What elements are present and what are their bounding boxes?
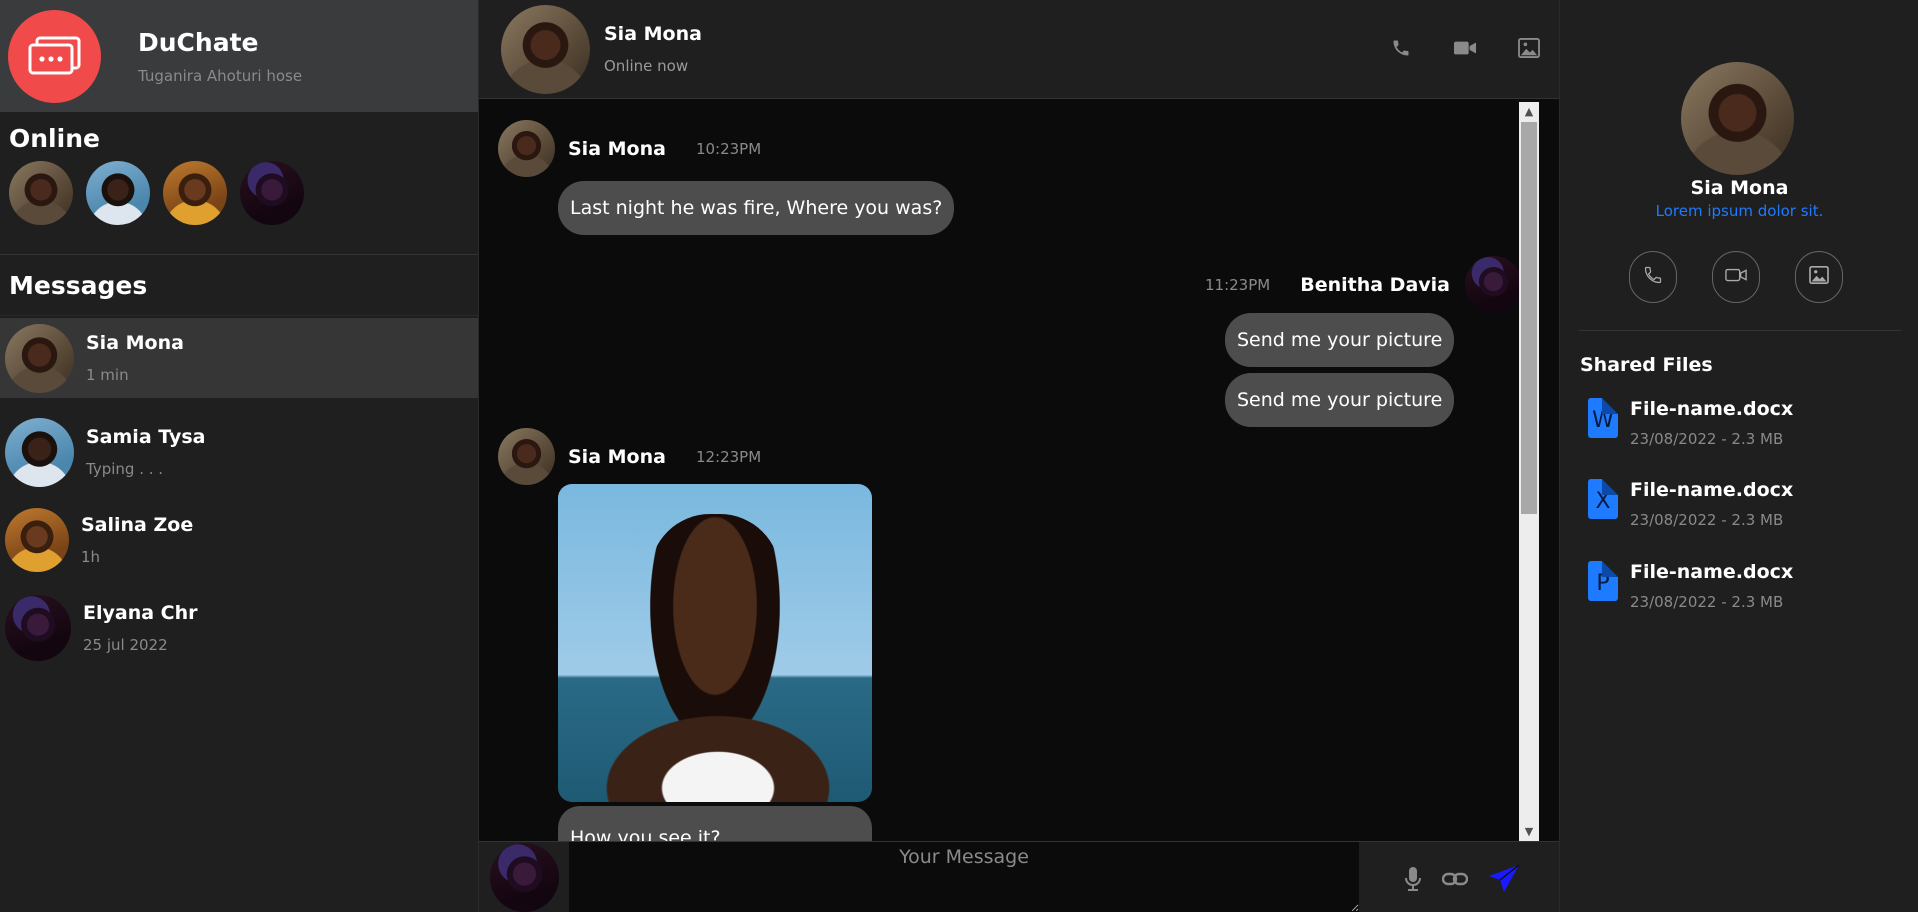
message-time: 10:23PM	[695, 139, 762, 158]
contact-status: Online now	[604, 57, 689, 75]
message-header: Sia Mona 10:23PM	[498, 120, 761, 177]
profile-panel: Sia Mona Lorem ipsum dolor sit. Shared F…	[1559, 0, 1918, 912]
conversation-item[interactable]: Salina Zoe 1h	[0, 500, 478, 580]
message-header: 11:23PM Benitha Davia	[1205, 256, 1522, 313]
video-icon[interactable]	[1453, 36, 1477, 60]
sender-avatar	[498, 120, 555, 177]
brand-header: DuChate Tuganira Ahoturi hose	[0, 0, 478, 112]
video-call-button[interactable]	[1712, 251, 1760, 303]
shared-files-title: Shared Files	[1580, 354, 1713, 376]
conversation-status: 1 min	[86, 366, 129, 384]
conversation-name: Salina Zoe	[81, 514, 194, 536]
word-file-icon: W	[1588, 398, 1618, 438]
online-avatar[interactable]	[86, 161, 150, 225]
phone-icon	[1643, 265, 1663, 289]
contact-avatar[interactable]	[501, 4, 590, 94]
message-list[interactable]: Sia Mona 10:23PM Last night he was fire,…	[479, 100, 1559, 841]
message-time: 11:23PM	[1205, 275, 1271, 294]
scroll-up-icon[interactable]: ▲	[1519, 104, 1539, 120]
image-icon[interactable]	[1517, 36, 1541, 60]
profile-avatar	[1681, 62, 1794, 175]
conversation-item[interactable]: Samia Tysa Typing . . .	[0, 412, 478, 492]
sender-name: Benitha Davia	[1300, 273, 1450, 296]
brand-subtitle: Tuganira Ahoturi hose	[138, 66, 303, 85]
avatar	[5, 323, 74, 393]
file-meta: 23/08/2022 - 2.3 MB	[1630, 511, 1784, 529]
profile-name: Sia Mona	[1690, 177, 1789, 199]
composer	[479, 841, 1559, 912]
message-bubble: Send me your picture	[1225, 373, 1455, 427]
conversation-status: 1h	[81, 548, 101, 566]
shared-file-item[interactable]: P File-name.docx 23/08/2022 - 2.3 MB	[1588, 561, 1793, 611]
conversation-status: 25 jul 2022	[83, 636, 168, 654]
message-input-box	[569, 842, 1359, 912]
my-avatar	[490, 842, 559, 912]
sender-name: Sia Mona	[568, 137, 666, 160]
message-bubble: Send me your picture	[1225, 313, 1455, 367]
conversation-name: Sia Mona	[86, 332, 184, 354]
online-avatar[interactable]	[240, 161, 304, 225]
conversation-name: Elyana Chr	[83, 602, 198, 624]
left-sidebar: DuChate Tuganira Ahoturi hose Online Mes…	[0, 0, 479, 912]
conversation-item[interactable]: Sia Mona 1 min	[0, 318, 478, 398]
link-icon[interactable]	[1441, 871, 1469, 891]
sender-name: Sia Mona	[568, 445, 666, 468]
video-icon	[1725, 267, 1747, 287]
message-time: 12:23PM	[695, 447, 762, 466]
contact-name: Sia Mona	[604, 23, 702, 45]
file-meta: 23/08/2022 - 2.3 MB	[1630, 430, 1784, 448]
chat-panel: Sia Mona Online now Sia Mona 10:23PM Las…	[479, 0, 1559, 912]
image-icon	[1809, 266, 1829, 288]
media-button[interactable]	[1795, 251, 1843, 303]
chat-logo-icon	[8, 9, 101, 103]
scroll-down-icon[interactable]: ▼	[1519, 824, 1539, 840]
conversation-name: Samia Tysa	[86, 426, 206, 448]
file-meta: 23/08/2022 - 2.3 MB	[1630, 593, 1784, 611]
message-header: Sia Mona 12:23PM	[498, 428, 761, 485]
online-section: Online	[0, 112, 478, 255]
shared-file-item[interactable]: W File-name.docx 23/08/2022 - 2.3 MB	[1588, 398, 1793, 448]
online-avatar[interactable]	[163, 161, 227, 225]
message-bubble: How you see it?	[558, 806, 872, 841]
file-name: File-name.docx	[1630, 561, 1794, 583]
shared-file-item[interactable]: X File-name.docx 23/08/2022 - 2.3 MB	[1588, 479, 1793, 529]
call-button[interactable]	[1629, 251, 1677, 303]
send-icon[interactable]	[1488, 864, 1520, 898]
divider	[1579, 330, 1901, 331]
online-title: Online	[9, 124, 100, 153]
conversation-status: Typing . . .	[86, 460, 164, 478]
brand-title: DuChate	[138, 27, 259, 57]
sender-avatar	[1464, 256, 1522, 313]
photo-subject-body	[588, 704, 848, 802]
file-name: File-name.docx	[1630, 479, 1794, 501]
scrollbar[interactable]: ▲ ▼	[1519, 102, 1539, 841]
message-input[interactable]	[569, 842, 1359, 912]
mic-icon[interactable]	[1404, 866, 1422, 896]
conversation-item[interactable]: Elyana Chr 25 jul 2022	[0, 588, 478, 668]
profile-subtitle: Lorem ipsum dolor sit.	[1655, 202, 1824, 220]
message-bubble: Last night he was fire, Where you was?	[558, 181, 955, 235]
app: DuChate Tuganira Ahoturi hose Online Mes…	[0, 0, 1918, 912]
chat-header: Sia Mona Online now	[479, 0, 1559, 99]
shared-photo[interactable]	[558, 484, 872, 802]
messages-title: Messages	[9, 270, 148, 300]
online-avatar[interactable]	[9, 161, 73, 225]
phone-icon[interactable]	[1389, 36, 1413, 60]
avatar	[5, 508, 69, 572]
avatar	[5, 417, 74, 487]
excel-file-icon: X	[1588, 479, 1618, 519]
scroll-thumb[interactable]	[1521, 122, 1537, 514]
avatar	[5, 595, 71, 661]
messages-header: Messages	[0, 255, 478, 316]
sender-avatar	[498, 428, 555, 485]
powerpoint-file-icon: P	[1588, 561, 1618, 601]
file-name: File-name.docx	[1630, 398, 1794, 420]
